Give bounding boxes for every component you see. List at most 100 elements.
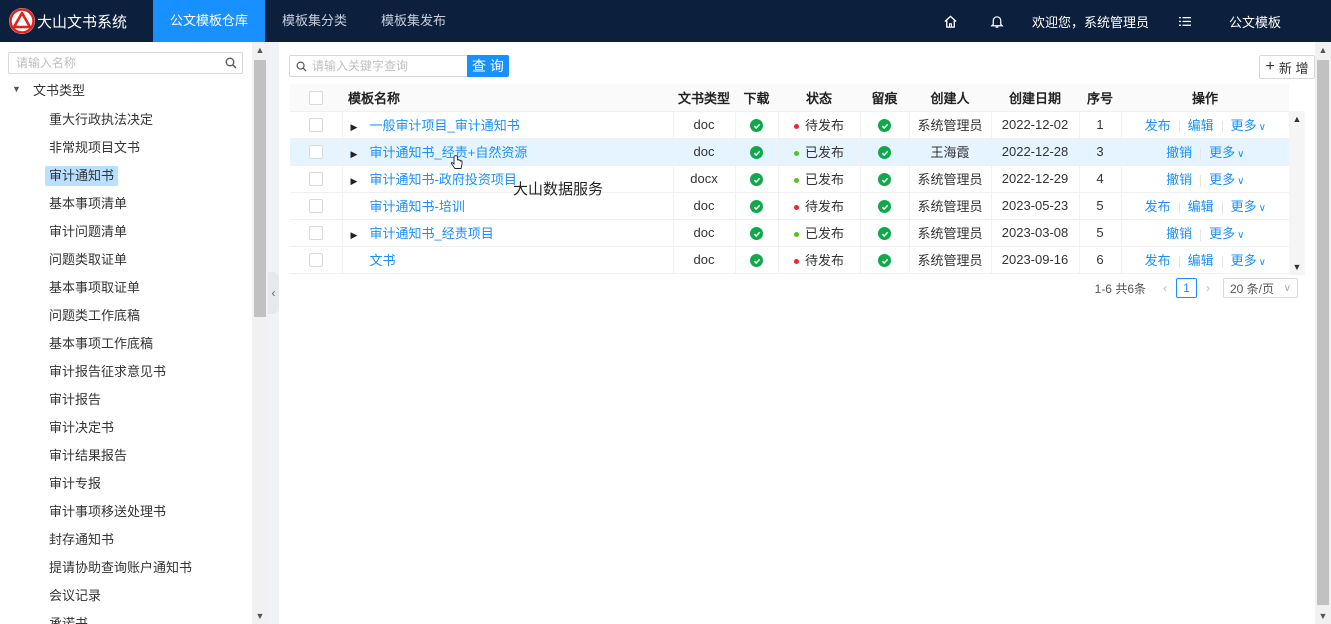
scrollbar-thumb[interactable] — [1317, 60, 1329, 605]
scroll-up-icon[interactable]: ▲ — [1315, 42, 1331, 58]
template-name-link[interactable]: 一般审计项目_审计通知书 — [370, 118, 520, 133]
nav-tab-template-category[interactable]: 模板集分类 — [265, 0, 364, 42]
more-action-button[interactable]: 更多 ∨ — [1209, 172, 1244, 187]
query-button[interactable]: 查 询 — [467, 55, 509, 77]
sidebar-search-input[interactable] — [9, 53, 220, 73]
revoke-button[interactable]: 撤销 — [1166, 172, 1192, 187]
tree-item-selected[interactable]: 审计通知书 — [45, 162, 250, 190]
download-check-icon[interactable] — [750, 173, 763, 187]
scroll-up-icon[interactable]: ▲ — [252, 42, 268, 58]
expand-caret-icon[interactable]: ▶ — [351, 176, 370, 187]
publish-button[interactable]: 发布 — [1145, 118, 1171, 133]
template-name-link[interactable]: 审计通知书-政府投资项目 — [370, 172, 517, 187]
more-action-button[interactable]: 更多 ∨ — [1209, 226, 1244, 241]
table-row[interactable]: ▶ 审计通知书_经责项目 doc 已发布 系统管理员 2023-03-08 5 撤销 更多 ∨ — [290, 219, 1289, 247]
download-check-icon[interactable] — [750, 227, 763, 241]
table-row[interactable]: ▶ 审计通知书-政府投资项目 docx 已发布 系统管理员 2022-12-29 4 撤销 更多… — [290, 165, 1289, 193]
select-all-checkbox[interactable] — [290, 84, 342, 112]
publish-button[interactable]: 发布 — [1145, 199, 1171, 214]
prev-page-icon[interactable]: ‹ — [1154, 281, 1176, 295]
tree-item[interactable]: 提请协助查询账户通知书 — [45, 554, 250, 582]
more-action-button[interactable]: 更多 ∨ — [1209, 145, 1244, 160]
expand-caret-icon[interactable]: ▶ — [351, 230, 370, 241]
more-action-button[interactable]: 更多 ∨ — [1231, 253, 1266, 268]
tree-item[interactable]: 基本事项取证单 — [45, 274, 250, 302]
download-check-icon[interactable] — [750, 146, 763, 160]
row-checkbox[interactable] — [290, 111, 343, 139]
caret-down-icon[interactable]: ▼ — [12, 84, 22, 94]
tree-item[interactable]: 审计决定书 — [45, 414, 250, 442]
nav-tab-template-repo[interactable]: 公文模板仓库 — [153, 0, 266, 42]
tree-item[interactable]: 问题类取证单 — [45, 246, 250, 274]
module-name[interactable]: 公文模板 — [1205, 12, 1331, 31]
tree-item[interactable]: 审计结果报告 — [45, 442, 250, 470]
row-checkbox[interactable] — [290, 219, 343, 247]
trace-check-icon[interactable] — [878, 200, 891, 214]
more-action-button[interactable]: 更多 ∨ — [1231, 118, 1266, 133]
revoke-button[interactable]: 撤销 — [1166, 226, 1192, 241]
tree-item[interactable]: 承诺书 — [45, 610, 250, 624]
page-size-select[interactable]: 20 条/页 ∨ — [1223, 278, 1298, 298]
publish-button[interactable]: 发布 — [1145, 253, 1171, 268]
download-check-icon[interactable] — [750, 200, 763, 214]
expand-caret-icon[interactable]: ▶ — [351, 149, 370, 160]
bell-icon[interactable] — [974, 0, 1020, 42]
template-name-link[interactable]: 审计通知书_经责+自然资源 — [370, 145, 528, 160]
template-name-link[interactable]: 审计通知书-培训 — [370, 199, 465, 214]
revoke-button[interactable]: 撤销 — [1166, 145, 1192, 160]
tree-item[interactable]: 问题类工作底稿 — [45, 302, 250, 330]
next-page-icon[interactable]: › — [1197, 281, 1219, 295]
tree-item[interactable]: 重大行政执法决定 — [45, 106, 250, 134]
expand-caret-icon[interactable]: ▶ — [351, 122, 370, 133]
list-icon[interactable] — [1165, 0, 1205, 42]
tree-item[interactable]: 审计报告 — [45, 386, 250, 414]
edit-button[interactable]: 编辑 — [1188, 118, 1214, 133]
tree-root-doc-types[interactable]: ▼ 文书类型 — [12, 80, 85, 98]
tree-item[interactable]: 审计事项移送处理书 — [45, 498, 250, 526]
row-checkbox[interactable] — [290, 192, 343, 220]
app-logo[interactable]: 大山文书系统 — [0, 0, 153, 42]
page-1-button[interactable]: 1 — [1176, 278, 1197, 298]
scroll-up-icon[interactable]: ▲ — [1289, 111, 1305, 127]
add-button[interactable]: + 新 增 — [1259, 55, 1315, 79]
trace-check-icon[interactable] — [878, 146, 891, 160]
table-row[interactable]: 文书 doc 待发布 系统管理员 2023-09-16 6 发布 编辑 更多 ∨ — [290, 246, 1289, 274]
edit-button[interactable]: 编辑 — [1188, 199, 1214, 214]
more-action-button[interactable]: 更多 ∨ — [1231, 199, 1266, 214]
nav-tab-template-publish[interactable]: 模板集发布 — [364, 0, 463, 42]
download-check-icon[interactable] — [750, 119, 763, 133]
scroll-down-icon[interactable]: ▼ — [1289, 259, 1305, 275]
tree-item[interactable]: 封存通知书 — [45, 526, 250, 554]
table-scrollbar[interactable]: ▲ ▼ — [1289, 111, 1305, 275]
page-scrollbar[interactable]: ▲ ▼ — [1315, 42, 1331, 624]
home-icon[interactable] — [928, 0, 974, 42]
template-name-link[interactable]: 文书 — [370, 253, 396, 268]
tree-item[interactable]: 非常规项目文书 — [45, 134, 250, 162]
tree-item[interactable]: 审计专报 — [45, 470, 250, 498]
scroll-down-icon[interactable]: ▼ — [1315, 608, 1331, 624]
keyword-search-input[interactable] — [312, 56, 467, 76]
table-row[interactable]: ▶ 一般审计项目_审计通知书 doc 待发布 系统管理员 2022-12-02 1 发布 编辑更… — [290, 111, 1289, 139]
download-check-icon[interactable] — [750, 254, 763, 268]
tree-item[interactable]: 基本事项工作底稿 — [45, 330, 250, 358]
trace-check-icon[interactable] — [878, 227, 891, 241]
sidebar-scrollbar[interactable]: ▲ ▼ — [252, 42, 268, 624]
tree-item[interactable]: 审计问题清单 — [45, 218, 250, 246]
table-row[interactable]: ▶ 审计通知书_经责+自然资源 doc 已发布 王海霞 2022-12-28 3 撤销 更多 ∨ — [290, 138, 1289, 166]
row-checkbox[interactable] — [290, 138, 343, 166]
trace-check-icon[interactable] — [878, 119, 891, 133]
template-name-link[interactable]: 审计通知书_经责项目 — [370, 226, 494, 241]
tree-item[interactable]: 审计报告征求意见书 — [45, 358, 250, 386]
table-row[interactable]: 审计通知书-培训 doc 待发布 系统管理员 2023-05-23 5 发布 编辑 更多 ∨ — [290, 192, 1289, 220]
search-icon[interactable] — [220, 57, 242, 69]
tree-item[interactable]: 会议记录 — [45, 582, 250, 610]
trace-check-icon[interactable] — [878, 173, 891, 187]
trace-check-icon[interactable] — [878, 254, 891, 268]
row-checkbox[interactable] — [290, 165, 343, 193]
row-checkbox[interactable] — [290, 246, 343, 274]
scroll-down-icon[interactable]: ▼ — [252, 608, 268, 624]
scrollbar-thumb[interactable] — [254, 60, 266, 317]
edit-button[interactable]: 编辑 — [1188, 253, 1214, 268]
tree-item[interactable]: 基本事项清单 — [45, 190, 250, 218]
sidebar-collapse-handle[interactable]: ‹ — [268, 272, 279, 314]
